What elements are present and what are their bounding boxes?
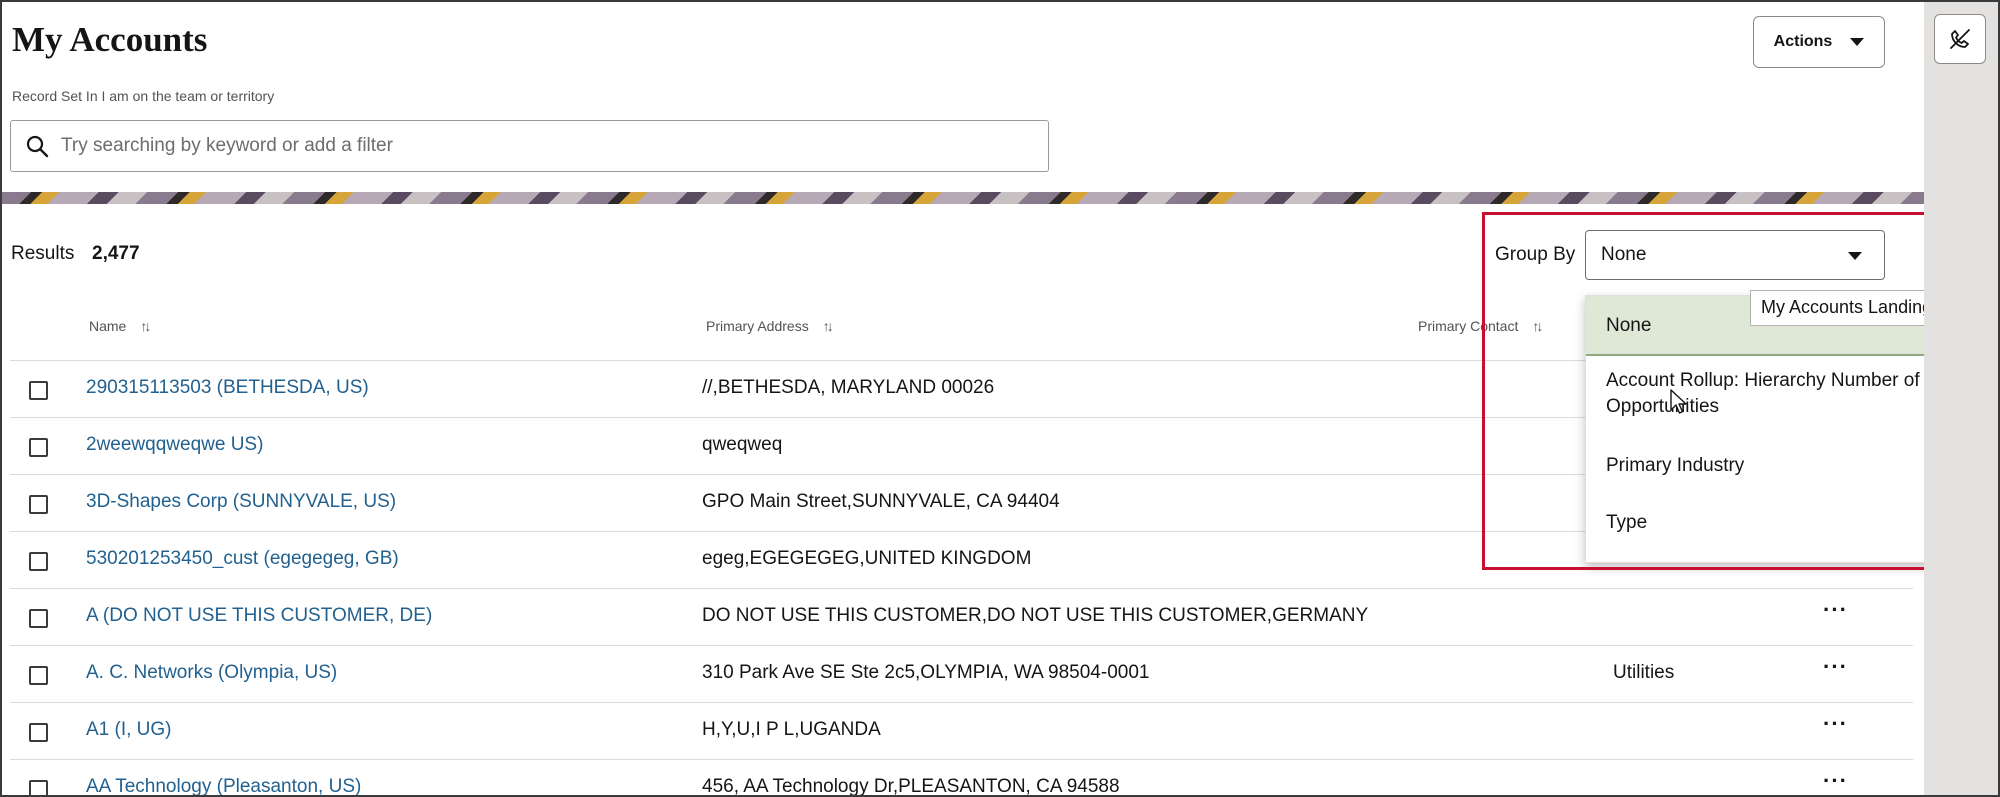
search-bar[interactable] bbox=[10, 120, 1049, 172]
row-checkbox[interactable] bbox=[29, 381, 48, 400]
column-header-label: Primary Contact bbox=[1418, 318, 1519, 334]
caret-down-icon bbox=[1850, 38, 1865, 46]
primary-address: 456, AA Technology Dr,PLEASANTON, CA 945… bbox=[702, 776, 1120, 797]
row-checkbox[interactable] bbox=[29, 780, 48, 797]
row-checkbox[interactable] bbox=[29, 666, 48, 685]
group-by-select[interactable]: None bbox=[1585, 230, 1885, 280]
primary-address: qweqweq bbox=[702, 434, 783, 455]
primary-address: //,BETHESDA, MARYLAND 00026 bbox=[702, 377, 995, 398]
table-row: A. C. Networks (Olympia, US) 310 Park Av… bbox=[10, 645, 1913, 702]
caret-down-icon[interactable] bbox=[1848, 252, 1862, 260]
account-name-link[interactable]: 3D-Shapes Corp (SUNNYVALE, US) bbox=[86, 491, 396, 513]
table-row: A1 (I, UG) H,Y,U,I P L,UGANDA ··· bbox=[10, 702, 1913, 759]
row-checkbox[interactable] bbox=[29, 552, 48, 571]
row-actions-button[interactable]: ··· bbox=[1823, 654, 1848, 680]
primary-address: H,Y,U,I P L,UGANDA bbox=[702, 719, 881, 740]
sort-icon[interactable]: ↑↓ bbox=[823, 318, 834, 334]
row-actions-button[interactable]: ··· bbox=[1823, 597, 1848, 623]
row-checkbox[interactable] bbox=[29, 495, 48, 514]
account-name-link[interactable]: 530201253450_cust (egegegeg, GB) bbox=[86, 548, 399, 570]
results-count: 2,477 bbox=[92, 243, 140, 264]
group-by-label: Group By bbox=[1495, 244, 1576, 265]
primary-industry: Utilities bbox=[1613, 662, 1675, 683]
main-content: My Accounts Record Set In I am on the te… bbox=[0, 0, 1996, 797]
account-name-link[interactable]: A1 (I, UG) bbox=[86, 719, 172, 741]
account-name-link[interactable]: A (DO NOT USE THIS CUSTOMER, DE) bbox=[86, 605, 432, 627]
row-actions-button[interactable]: ··· bbox=[1823, 711, 1848, 737]
actions-button-label: Actions bbox=[1773, 33, 1833, 50]
row-checkbox[interactable] bbox=[29, 609, 48, 628]
row-checkbox[interactable] bbox=[29, 723, 48, 742]
column-header-label: Primary Address bbox=[706, 318, 809, 334]
account-name-link[interactable]: 2weewqqweqwe US) bbox=[86, 434, 263, 456]
record-set-label: Record Set In I am on the team or territ… bbox=[12, 88, 275, 104]
mouse-pointer-icon bbox=[1670, 389, 1687, 414]
sort-icon[interactable]: ↑↓ bbox=[140, 318, 151, 334]
column-header-name[interactable]: Name ↑↓ bbox=[89, 318, 151, 334]
table-row: A (DO NOT USE THIS CUSTOMER, DE) DO NOT … bbox=[10, 588, 1913, 645]
group-by-value: None bbox=[1601, 244, 1647, 265]
primary-address: DO NOT USE THIS CUSTOMER,DO NOT USE THIS… bbox=[702, 605, 1369, 626]
account-name-link[interactable]: 290315113503 (BETHESDA, US) bbox=[86, 377, 369, 399]
search-input[interactable] bbox=[61, 135, 1021, 157]
actions-button[interactable]: Actions bbox=[1753, 16, 1885, 68]
column-header-primary-contact[interactable]: Primary Contact ↑↓ bbox=[1418, 318, 1543, 334]
column-header-primary-address[interactable]: Primary Address ↑↓ bbox=[706, 318, 834, 334]
results-label: Results bbox=[11, 243, 75, 264]
table-row: AA Technology (Pleasanton, US) 456, AA T… bbox=[10, 759, 1913, 797]
column-header-label: Name bbox=[89, 318, 127, 334]
right-rail bbox=[1924, 0, 2000, 797]
row-actions-button[interactable]: ··· bbox=[1823, 768, 1848, 794]
row-checkbox[interactable] bbox=[29, 438, 48, 457]
account-name-link[interactable]: AA Technology (Pleasanton, US) bbox=[86, 776, 361, 797]
sort-icon[interactable]: ↑↓ bbox=[1532, 318, 1543, 334]
phone-off-icon bbox=[1950, 29, 1970, 49]
page-title: My Accounts bbox=[12, 20, 208, 59]
primary-address: GPO Main Street,SUNNYVALE, CA 94404 bbox=[702, 491, 1060, 512]
search-icon bbox=[26, 135, 49, 158]
primary-address: 310 Park Ave SE Ste 2c5,OLYMPIA, WA 9850… bbox=[702, 662, 1150, 683]
account-name-link[interactable]: A. C. Networks (Olympia, US) bbox=[86, 662, 337, 684]
primary-address: egeg,EGEGEGEG,UNITED KINGDOM bbox=[702, 548, 1032, 569]
decorative-banner bbox=[0, 192, 1924, 204]
phone-off-button[interactable] bbox=[1934, 14, 1986, 64]
